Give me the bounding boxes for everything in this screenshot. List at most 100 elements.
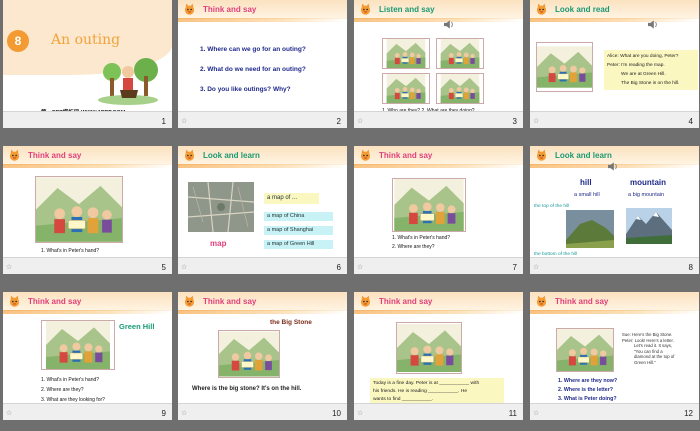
slide-footer: ☆ 4 xyxy=(530,111,699,128)
slide-number: 4 xyxy=(688,117,693,126)
dialog-line: The Big Stone is on the hill. xyxy=(621,81,680,86)
slide-thumbnail-1[interactable]: 8 An outing 第一PPT模板网-WWW.1PPT.COM 1 xyxy=(3,0,172,128)
slide-title: Think and say xyxy=(28,297,82,306)
slide-thumbnail-2[interactable]: Think and say 1. Where can we go for an … xyxy=(178,0,347,128)
map-picture xyxy=(188,182,254,232)
cat-icon xyxy=(535,149,548,162)
slide-footer: ☆ 11 xyxy=(354,403,523,420)
sentence: Where is the big stone? It's on the hill… xyxy=(192,386,302,392)
slide-number: 3 xyxy=(512,117,517,126)
phrase-item-3: a map of Green Hill xyxy=(264,240,333,249)
slide-thumbnail-4[interactable]: Look and read Alice: What are you doing,… xyxy=(530,0,699,128)
slide-number: 1 xyxy=(161,117,166,126)
slide-thumbnail-9[interactable]: Think and say Green Hill 1. What's in Pe… xyxy=(3,292,172,420)
question-3: 3. What is Peter doing? xyxy=(558,396,617,402)
slide-footer: ☆ 3 xyxy=(354,111,523,128)
fill-line: Today is a fine day. Peter is at _______… xyxy=(373,381,480,386)
slide-number: 7 xyxy=(512,263,517,272)
slide-footer: ☆ 5 xyxy=(3,257,172,274)
question-1: 1. Where can we go for an outing? xyxy=(200,46,306,53)
cat-icon xyxy=(183,149,196,162)
slide-thumbnail-12[interactable]: Think and say Sue: Here's the Big Stone.… xyxy=(530,292,699,420)
speaker-icon[interactable] xyxy=(648,20,658,29)
dialog-picture xyxy=(536,42,593,92)
speaker-icon[interactable] xyxy=(444,20,454,29)
picture-4 xyxy=(436,73,484,104)
slide-title: Look and learn xyxy=(555,151,612,160)
cat-icon xyxy=(183,3,196,16)
dialog-line: We are at Green Hill. xyxy=(621,72,666,77)
slide-footer: 1 xyxy=(3,111,172,128)
star-icon: ☆ xyxy=(181,118,188,125)
story-line: Green Hill." xyxy=(634,359,656,365)
speaker-icon[interactable] xyxy=(608,162,618,171)
picture-3 xyxy=(382,73,430,104)
word-hill: hill xyxy=(580,178,592,187)
cat-icon xyxy=(8,149,21,162)
phrase-item-2: a map of Shanghai xyxy=(264,226,333,235)
slide-number: 6 xyxy=(336,263,341,272)
slide-thumbnail-11[interactable]: Think and say Today is a fine day. Peter… xyxy=(354,292,523,420)
slide-thumbnail-3[interactable]: Listen and say 1. Who are they? 2. What … xyxy=(354,0,523,128)
star-icon: ☆ xyxy=(357,264,364,271)
star-icon: ☆ xyxy=(6,410,13,417)
scene-picture xyxy=(392,178,466,232)
slide-thumbnail-7[interactable]: Think and say 1. What's in Peter's hand?… xyxy=(354,146,523,274)
phrase-title-box: a map of ... xyxy=(264,193,319,204)
picture-1 xyxy=(382,38,430,69)
star-icon: ☆ xyxy=(181,264,188,271)
scene-picture xyxy=(35,176,123,243)
fill-line: his friends. He is reading ___________. … xyxy=(373,389,468,394)
question-2: 2. What do we need for an outing? xyxy=(200,66,306,73)
cat-icon xyxy=(359,3,372,16)
dialog-box: Alice: What are you doing, Peter? Peter:… xyxy=(604,50,698,90)
cat-icon xyxy=(359,295,372,308)
fill-in-box: Today is a fine day. Peter is at _______… xyxy=(370,378,504,406)
slide-thumbnail-6[interactable]: Look and learn map a map of ... a map of… xyxy=(178,146,347,274)
slide-title: Think and say xyxy=(379,297,433,306)
slide-title: An outing xyxy=(51,32,121,48)
mountain-photo xyxy=(626,208,672,244)
cat-icon xyxy=(535,3,548,16)
outing-illustration xyxy=(98,58,158,105)
slide-number: 12 xyxy=(684,409,693,418)
story-text: Sue: Here's the Big Stone. Peter: Look! … xyxy=(622,332,674,366)
scene-picture xyxy=(218,330,280,378)
star-icon: ☆ xyxy=(533,410,540,417)
slide-footer: ☆ 10 xyxy=(178,403,347,420)
star-icon: ☆ xyxy=(357,118,364,125)
cat-icon xyxy=(359,149,372,162)
slide-thumbnail-8[interactable]: Look and learn hill mountain a small hil… xyxy=(530,146,699,274)
slide-number: 11 xyxy=(508,409,517,418)
slide-footer: ☆ 7 xyxy=(354,257,523,274)
question-1: 1. What's in Peter's hand? xyxy=(392,235,451,241)
slide-number: 10 xyxy=(332,409,341,418)
question-1: 1. What's in Peter's hand? xyxy=(41,248,100,254)
green-hill-label: Green Hill xyxy=(119,322,155,331)
mountain-caption: a big mountain xyxy=(628,192,665,198)
slide-title: Listen and say xyxy=(379,5,435,14)
slide-number: 2 xyxy=(336,117,341,126)
question-2: 2. Where are they? xyxy=(392,244,435,250)
question-1: 1. What's in Peter's hand? xyxy=(41,377,100,383)
slide-thumbnail-10[interactable]: Think and say the Big Stone Where is the… xyxy=(178,292,347,420)
scene-picture xyxy=(396,322,462,374)
slide-number: 9 xyxy=(161,409,166,418)
hill-caption: a small hill xyxy=(574,192,600,198)
story-line: Sue: Here's the Big Stone. xyxy=(622,332,673,337)
hill-photo xyxy=(566,210,614,248)
slide-footer: ☆ 9 xyxy=(3,403,172,420)
slide-title: Think and say xyxy=(203,5,257,14)
question-2: 2. Where are they? xyxy=(41,387,84,393)
phrase-item-1: a map of China xyxy=(264,212,333,221)
slide-title: Think and say xyxy=(28,151,82,160)
cat-icon xyxy=(535,295,548,308)
question-3: 3. Do you like outings? Why? xyxy=(200,86,291,93)
slide-thumbnail-5[interactable]: Think and say 1. What's in Peter's hand?… xyxy=(3,146,172,274)
slide-footer: ☆ 12 xyxy=(530,403,699,420)
slide-title: Think and say xyxy=(203,297,257,306)
picture-2 xyxy=(436,38,484,69)
scene-picture xyxy=(41,320,115,370)
dialog-line: Alice: What are you doing, Peter? xyxy=(607,54,679,59)
slide-title: Think and say xyxy=(555,297,609,306)
